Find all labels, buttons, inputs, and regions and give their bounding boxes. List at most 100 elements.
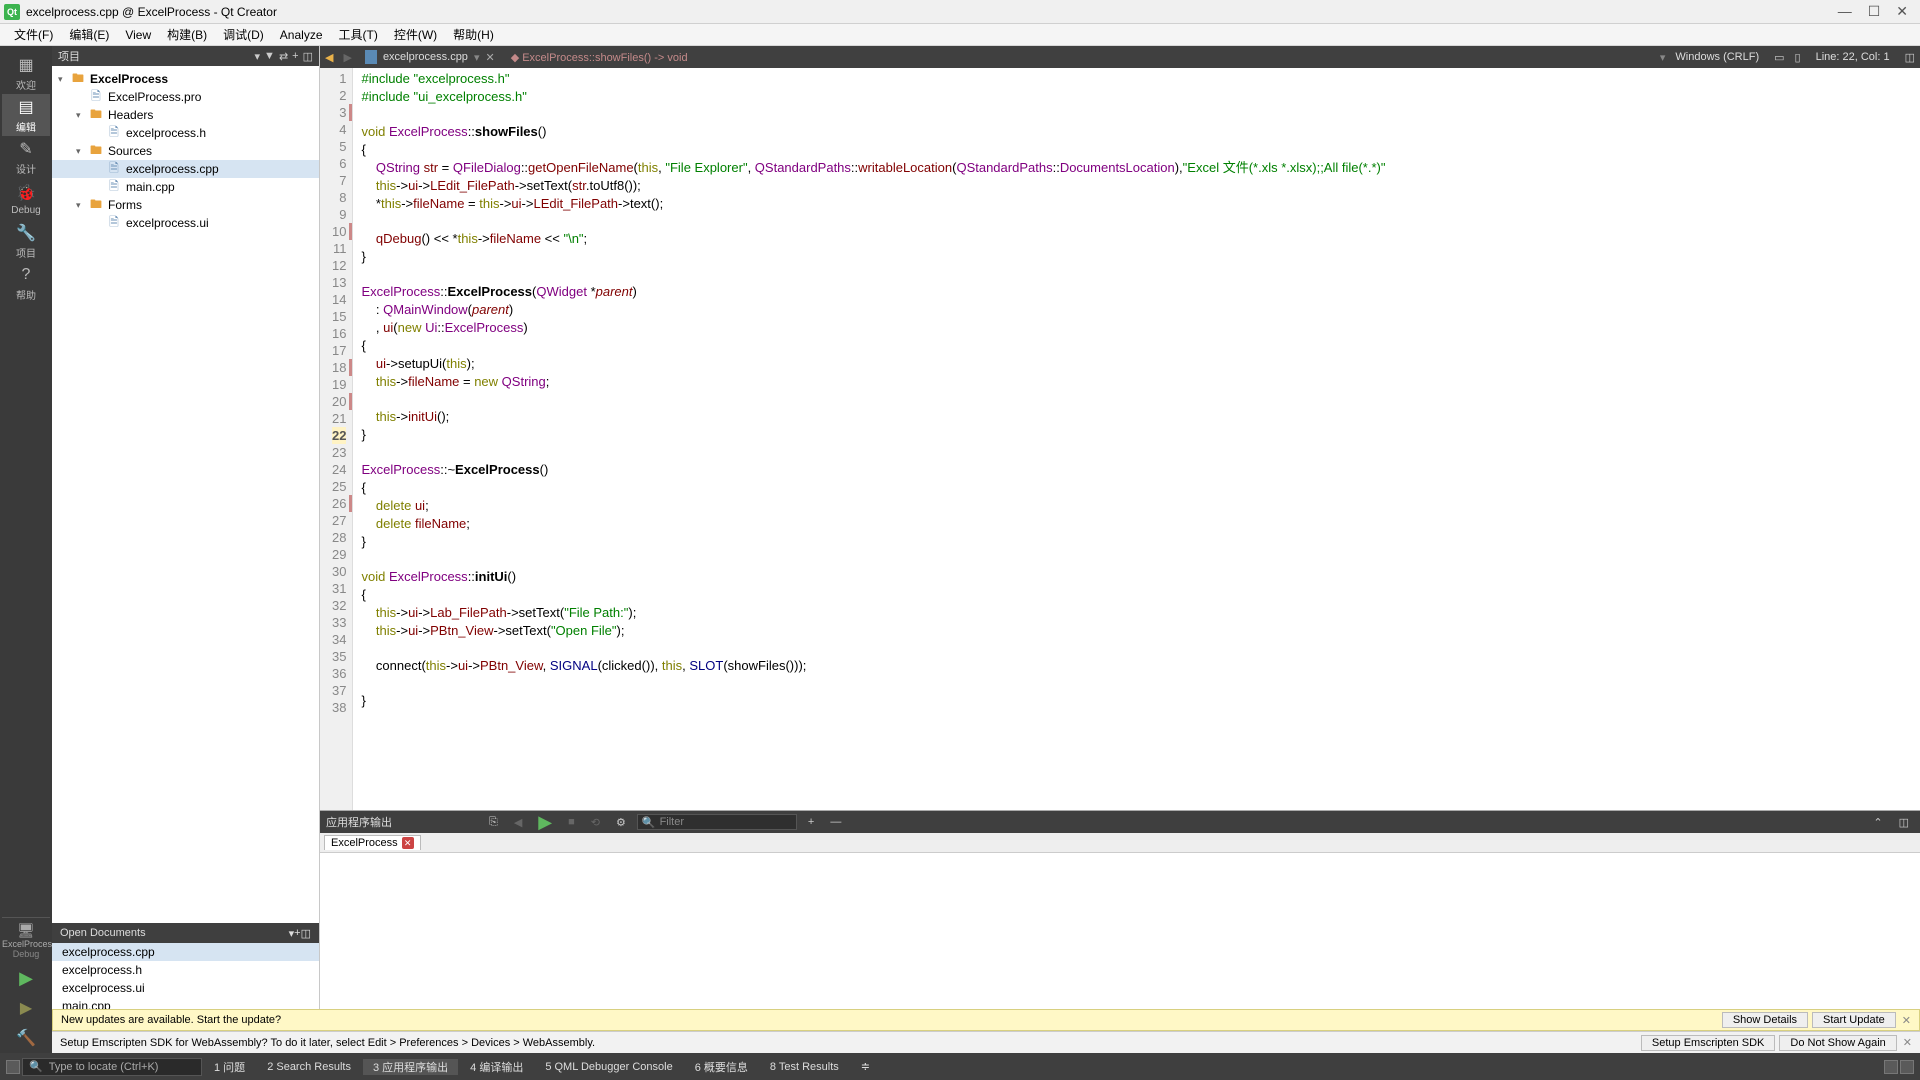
- tree-pro-file[interactable]: 🗎ExcelProcess.pro: [52, 88, 319, 106]
- tab-close-icon[interactable]: ✕: [485, 51, 494, 64]
- menu-edit[interactable]: 编辑(E): [61, 26, 117, 43]
- kit-selector[interactable]: 🖥 ExcelProcess Debug: [2, 917, 50, 963]
- menubar: 文件(F) 编辑(E) View 构建(B) 调试(D) Analyze 工具(…: [0, 24, 1920, 46]
- progress-toggle-icon[interactable]: [1884, 1060, 1898, 1074]
- prev-icon[interactable]: ◀: [509, 816, 527, 829]
- file-icon: 🗎: [106, 177, 122, 198]
- debug-run-button[interactable]: ▶: [2, 993, 50, 1023]
- filter-input[interactable]: 🔍Filter: [637, 814, 797, 830]
- menu-build[interactable]: 构建(B): [159, 26, 215, 43]
- bookmark-icon[interactable]: ▭: [1769, 51, 1789, 64]
- app-icon: Qt: [4, 4, 20, 20]
- notification-text: New updates are available. Start the upd…: [61, 1014, 281, 1026]
- tab-close-icon[interactable]: ✕: [402, 837, 414, 849]
- play-bug-icon: ▶: [20, 998, 32, 1018]
- mode-edit[interactable]: ▤编辑: [2, 94, 50, 136]
- editor-toolbar: ◀ ▶ excelprocess.cpp ▾ ✕ ◆ ExcelProcess:…: [320, 46, 1920, 68]
- split-icon[interactable]: ◫: [301, 927, 311, 940]
- menu-help[interactable]: 帮助(H): [445, 26, 502, 43]
- tree-headers[interactable]: ▾🖿Headers: [52, 106, 319, 124]
- notification-text: Setup Emscripten SDK for WebAssembly? To…: [60, 1037, 595, 1049]
- file-icon: 🗎: [106, 123, 122, 144]
- sidebar-toggle-icon[interactable]: [6, 1060, 20, 1074]
- add-icon[interactable]: +: [803, 816, 819, 828]
- menu-analyze[interactable]: Analyze: [272, 28, 331, 42]
- link-icon[interactable]: ⇄: [279, 50, 288, 63]
- close-icon[interactable]: ✕: [1902, 1014, 1911, 1027]
- sidebar-icon[interactable]: ▯: [1790, 51, 1806, 64]
- tree-sources[interactable]: ▾🖿Sources: [52, 142, 319, 160]
- status-compile[interactable]: 4 编译输出: [460, 1059, 533, 1075]
- code-editor[interactable]: 1234567891011121314151617181920212223242…: [320, 68, 1920, 810]
- nav-back-icon[interactable]: ◀: [320, 51, 338, 64]
- mode-help[interactable]: ?帮助: [2, 262, 50, 304]
- status-more-icon[interactable]: ≑: [851, 1060, 880, 1073]
- encoding-label[interactable]: Windows (CRLF): [1665, 51, 1769, 63]
- open-doc-item[interactable]: excelprocess.ui: [52, 979, 319, 997]
- code-content[interactable]: #include "excelprocess.h" #include "ui_e…: [353, 68, 1920, 810]
- file-tab[interactable]: excelprocess.cpp ▾ ✕: [357, 50, 503, 64]
- nav-fwd-icon[interactable]: ▶: [338, 51, 356, 64]
- menu-view[interactable]: View: [117, 28, 159, 42]
- mode-project[interactable]: 🔧项目: [2, 220, 50, 262]
- project-pane: 项目 ▾ ▼ ⇄ + ◫ ▾🖿ExcelProcess 🗎ExcelProces…: [52, 46, 320, 1053]
- menu-debug[interactable]: 调试(D): [215, 26, 272, 43]
- tree-source-file[interactable]: 🗎excelprocess.cpp: [52, 160, 319, 178]
- mode-debug[interactable]: 🐞Debug: [2, 178, 50, 220]
- start-update-button[interactable]: Start Update: [1812, 1012, 1896, 1028]
- status-search[interactable]: 2 Search Results: [257, 1061, 361, 1073]
- menu-file[interactable]: 文件(F): [6, 26, 61, 43]
- breadcrumb[interactable]: ◆ ExcelProcess::showFiles() -> void: [503, 51, 688, 64]
- file-icon: 🗎: [106, 213, 122, 234]
- output-panel: 应用程序输出 ⎘ ◀ ▶ ■ ⟲ ⚙ 🔍Filter + — ⌃ ◫ Excel…: [320, 810, 1920, 996]
- close-icon[interactable]: ✕: [1903, 1036, 1912, 1049]
- mode-design[interactable]: ✎设计: [2, 136, 50, 178]
- status-tests[interactable]: 8 Test Results: [760, 1061, 849, 1073]
- help-icon: ?: [16, 265, 36, 285]
- status-qml[interactable]: 5 QML Debugger Console: [535, 1061, 682, 1073]
- open-doc-item[interactable]: excelprocess.h: [52, 961, 319, 979]
- do-not-show-button[interactable]: Do Not Show Again: [1779, 1035, 1896, 1051]
- wrench-icon: 🔧: [16, 223, 36, 243]
- tree-root[interactable]: ▾🖿ExcelProcess: [52, 70, 319, 88]
- collapse-icon[interactable]: ⌃: [1868, 816, 1887, 829]
- show-details-button[interactable]: Show Details: [1722, 1012, 1808, 1028]
- split-icon[interactable]: ◫: [1900, 51, 1920, 64]
- run-icon[interactable]: ▶: [533, 812, 557, 833]
- locator-input[interactable]: 🔍Type to locate (Ctrl+K): [22, 1058, 202, 1076]
- open-doc-item[interactable]: excelprocess.cpp: [52, 943, 319, 961]
- doc-icon: [365, 50, 377, 64]
- close-icon[interactable]: ✕: [1896, 3, 1908, 20]
- folder-icon: 🖿: [88, 141, 104, 162]
- bug-icon: 🐞: [16, 183, 36, 203]
- maximize-icon[interactable]: ☐: [1868, 3, 1881, 20]
- minimize-icon[interactable]: —: [1838, 3, 1852, 20]
- right-sidebar-toggle-icon[interactable]: [1900, 1060, 1914, 1074]
- split-icon[interactable]: ◫: [303, 50, 313, 63]
- run-button[interactable]: ▶: [2, 963, 50, 993]
- attach-icon[interactable]: ⎘: [484, 816, 503, 829]
- funnel-icon[interactable]: ▼: [264, 50, 275, 62]
- menu-widgets[interactable]: 控件(W): [386, 26, 445, 43]
- titlebar: Qt excelprocess.cpp @ ExcelProcess - Qt …: [0, 0, 1920, 24]
- tree-source-file[interactable]: 🗎main.cpp: [52, 178, 319, 196]
- status-issues[interactable]: 1 问题: [204, 1059, 255, 1075]
- setup-sdk-button[interactable]: Setup Emscripten SDK: [1641, 1035, 1776, 1051]
- stop-icon[interactable]: ■: [563, 816, 580, 828]
- build-button[interactable]: 🔨: [2, 1023, 50, 1053]
- mode-welcome[interactable]: ▦欢迎: [2, 52, 50, 94]
- status-app-output[interactable]: 3 应用程序输出: [363, 1059, 458, 1075]
- tree-forms[interactable]: ▾🖿Forms: [52, 196, 319, 214]
- tree-form-file[interactable]: 🗎excelprocess.ui: [52, 214, 319, 232]
- tree-header-file[interactable]: 🗎excelprocess.h: [52, 124, 319, 142]
- add-icon[interactable]: +: [292, 50, 298, 62]
- output-tab[interactable]: ExcelProcess✕: [324, 835, 421, 850]
- play-icon: ▶: [19, 968, 33, 989]
- menu-tools[interactable]: 工具(T): [331, 26, 386, 43]
- close-panel-icon[interactable]: ◫: [1894, 816, 1914, 829]
- status-general[interactable]: 6 概要信息: [685, 1059, 758, 1075]
- filter-icon[interactable]: ▾: [255, 50, 261, 63]
- restart-icon[interactable]: ⟲: [586, 816, 605, 829]
- remove-icon[interactable]: —: [825, 816, 846, 828]
- gear-icon[interactable]: ⚙: [611, 816, 631, 829]
